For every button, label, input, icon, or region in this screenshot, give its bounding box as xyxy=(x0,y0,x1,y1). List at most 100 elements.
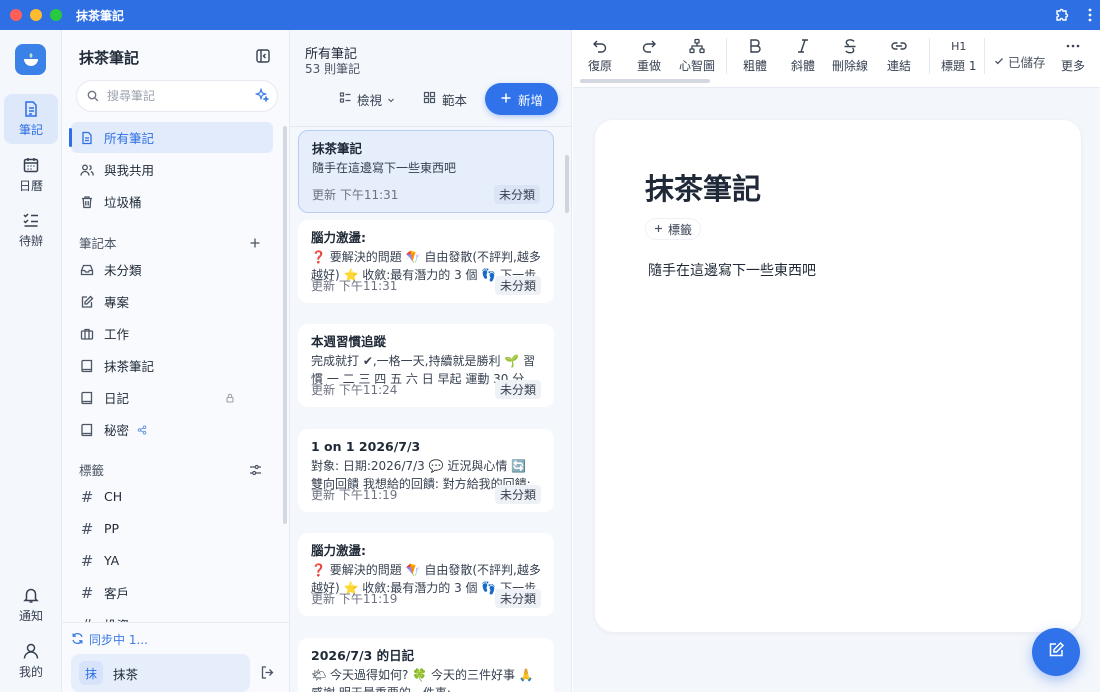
note-card[interactable]: 抹茶筆記 隨手在這邊寫下一些東西吧 更新 下午11:31 未分類 xyxy=(298,130,554,213)
tool-label: 復原 xyxy=(588,59,613,73)
link-button[interactable]: 連結 xyxy=(887,38,911,74)
note-card-title: 抹茶筆記 xyxy=(312,141,363,156)
tool-label: 刪除線 xyxy=(832,59,869,73)
note-editor-canvas[interactable]: 抹茶筆記 標籤 隨手在這邊寫下一些東西吧 xyxy=(595,120,1081,632)
share-icon xyxy=(137,425,147,435)
note-card[interactable]: 腦力激盪: ❓ 要解決的問題 🪁 自由發散(不評判,越多越好) ⭐ 收斂:最有潛… xyxy=(298,533,554,616)
search-input[interactable] xyxy=(107,89,247,103)
nav-item-all-notes[interactable]: 所有筆記 xyxy=(69,122,273,153)
grid-icon xyxy=(423,91,436,107)
nav-item-notebook-uncategorized[interactable]: 未分類 xyxy=(71,254,273,285)
nav-item-label: 抹茶筆記 xyxy=(104,359,155,374)
add-tag-button[interactable]: 標籤 xyxy=(645,218,702,240)
minimize-window-button[interactable] xyxy=(30,9,42,21)
search-icon xyxy=(87,87,99,106)
checklist-icon xyxy=(22,211,40,229)
sidebar-nav: 所有筆記 與我共用 垃圾桶 筆記本 未分類 專案 工作 抹茶筆記 日記 秘密 標… xyxy=(62,120,290,622)
note-list-scrollbar[interactable] xyxy=(565,155,569,213)
strikethrough-button[interactable]: 刪除線 xyxy=(832,38,868,74)
rail-item-notifications[interactable]: 通知 xyxy=(4,580,58,630)
mindmap-icon xyxy=(689,38,705,54)
note-card[interactable]: 2026/7/3 的日記 🌤 今天過得如何? 🍀 今天的三件好事 🙏 感謝 明天… xyxy=(298,638,554,692)
nav-item-tag-ya[interactable]: # YA xyxy=(71,545,273,576)
nav-item-shared[interactable]: 與我共用 xyxy=(71,154,273,185)
more-button[interactable]: 更多 xyxy=(1061,38,1085,74)
toolbar-scrollbar[interactable] xyxy=(580,79,710,83)
bold-button[interactable]: 粗體 xyxy=(743,38,767,74)
add-notebook-icon[interactable] xyxy=(249,234,261,253)
nav-item-trash[interactable]: 垃圾桶 xyxy=(71,186,273,217)
nav-item-tag-client[interactable]: # 客戶 xyxy=(71,577,273,608)
note-card-preview: 🌤 今天過得如何? 🍀 今天的三件好事 🙏 感謝 明天最重要的一件事: xyxy=(311,668,534,692)
tool-label: 心智圖 xyxy=(679,59,716,73)
search-box[interactable] xyxy=(76,80,278,112)
window-title: 抹茶筆記 xyxy=(76,8,125,23)
hashtag-icon: # xyxy=(80,551,94,570)
ai-sparkle-icon[interactable] xyxy=(254,87,270,106)
editor-toolbar: 復原 重做 心智圖 粗體 斜體 刪除線 連結 H1 標題 1 已儲存 更多 xyxy=(573,30,1100,88)
note-card-title: 腦力激盪: xyxy=(311,543,366,558)
plus-icon xyxy=(500,92,512,107)
logout-icon[interactable] xyxy=(260,665,275,684)
notebook-icon xyxy=(80,359,94,373)
compose-button[interactable] xyxy=(1032,628,1080,676)
note-card-time: 更新 下午11:31 xyxy=(311,279,398,293)
notebook-icon xyxy=(80,391,94,405)
extension-icon[interactable] xyxy=(1054,7,1070,23)
note-card[interactable]: 1 on 1 2026/7/3 對象: 日期:2026/7/3 💬 近況與心情 … xyxy=(298,429,554,512)
hashtag-icon: # xyxy=(80,583,94,602)
note-card-time: 更新 下午11:19 xyxy=(311,488,398,502)
window-controls xyxy=(10,9,62,21)
nav-item-notebook-diary[interactable]: 日記 xyxy=(71,382,273,413)
sync-status-label: 同步中 1... xyxy=(89,633,148,647)
tool-label: 粗體 xyxy=(743,59,768,73)
nav-item-notebook-work[interactable]: 工作 xyxy=(71,318,273,349)
new-note-button[interactable]: 新增 xyxy=(485,83,558,115)
nav-item-notebook-matcha[interactable]: 抹茶筆記 xyxy=(71,350,273,381)
link-icon xyxy=(891,38,907,54)
redo-button[interactable]: 重做 xyxy=(637,38,661,74)
nav-item-tag-invest[interactable]: # 投資 xyxy=(71,609,273,623)
tool-label: 連結 xyxy=(887,59,912,73)
rail-item-todo[interactable]: 待辦 xyxy=(4,205,58,255)
nav-item-label: 專案 xyxy=(104,295,130,310)
nav-item-notebook-secret[interactable]: 秘密 xyxy=(71,414,273,445)
nav-item-tag-ch[interactable]: # CH xyxy=(71,481,273,512)
mindmap-button[interactable]: 心智圖 xyxy=(679,38,715,74)
nav-item-label: 工作 xyxy=(104,327,130,342)
note-card-title: 腦力激盪: xyxy=(311,230,366,245)
title-bar: 抹茶筆記 xyxy=(0,0,1100,30)
zoom-window-button[interactable] xyxy=(50,9,62,21)
user-profile[interactable]: 抹 抹茶 xyxy=(71,654,250,692)
check-icon xyxy=(994,54,1004,69)
note-title[interactable]: 抹茶筆記 xyxy=(645,166,761,208)
note-card-time: 更新 下午11:19 xyxy=(311,592,398,606)
note-card-title: 2026/7/3 的日記 xyxy=(311,648,415,663)
nav-item-notebook-project[interactable]: 專案 xyxy=(71,286,273,317)
close-window-button[interactable] xyxy=(10,9,22,21)
rail-item-notes[interactable]: 筆記 xyxy=(4,94,58,144)
undo-button[interactable]: 復原 xyxy=(588,38,612,74)
rail-item-label: 日曆 xyxy=(18,179,43,193)
note-card[interactable]: 腦力激盪: ❓ 要解決的問題 🪁 自由發散(不評判,越多越好) ⭐ 收斂:最有潛… xyxy=(298,220,554,303)
editor-pane: 復原 重做 心智圖 粗體 斜體 刪除線 連結 H1 標題 1 已儲存 更多 抹茶… xyxy=(573,30,1100,692)
rail-item-calendar[interactable]: 日曆 xyxy=(4,150,58,200)
heading-1-button[interactable]: H1 標題 1 xyxy=(941,38,976,74)
document-icon xyxy=(80,131,94,145)
note-card[interactable]: 本週習慣追蹤 完成就打 ✔,一格一天,持續就是勝利 🌱 習慣 一 二 三 四 五… xyxy=(298,324,554,407)
template-button[interactable]: 範本 xyxy=(423,89,467,109)
collapse-sidebar-icon[interactable] xyxy=(255,48,271,68)
tool-label: 標題 1 xyxy=(941,59,977,73)
edit-icon xyxy=(1047,641,1065,663)
view-button[interactable]: 檢視 xyxy=(339,89,395,109)
rail-item-profile[interactable]: 我的 xyxy=(4,636,58,686)
toolbar-separator xyxy=(984,38,985,74)
italic-button[interactable]: 斜體 xyxy=(791,38,815,74)
nav-item-tag-pp[interactable]: # PP xyxy=(71,513,273,544)
sidebar-footer: 同步中 1... 抹 抹茶 xyxy=(62,622,290,692)
calendar-icon xyxy=(22,156,40,174)
sidebar-scrollbar[interactable] xyxy=(283,126,287,524)
tag-settings-icon[interactable] xyxy=(249,461,262,480)
note-body[interactable]: 隨手在這邊寫下一些東西吧 xyxy=(648,260,816,280)
window-menu-icon[interactable] xyxy=(1088,8,1092,22)
